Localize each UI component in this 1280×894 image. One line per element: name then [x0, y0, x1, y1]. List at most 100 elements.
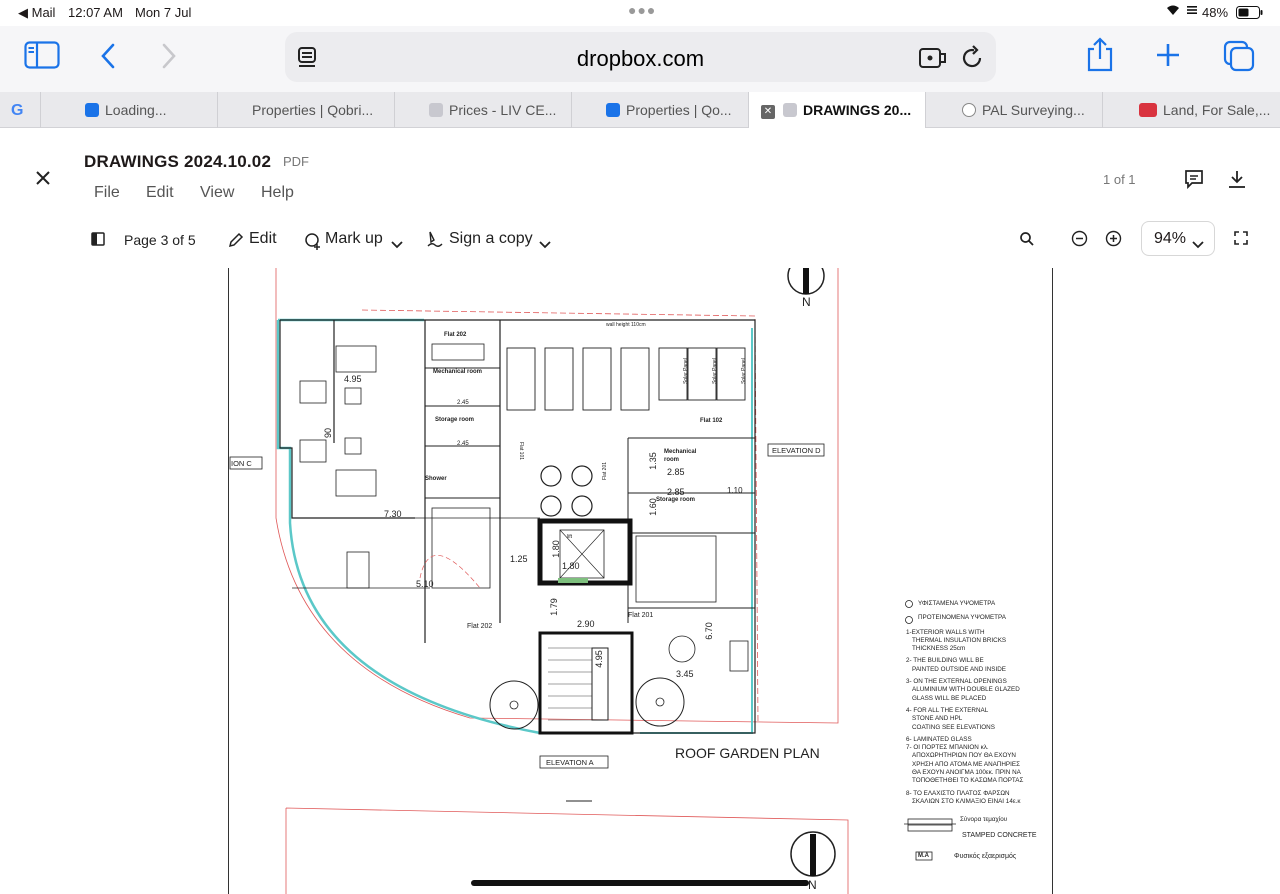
legend-notes: ΥΦΙΣΤΑΜΕΝΑ ΥΨΟΜΕΤΡΑ ΠΡΟΤΕΙΝΟΜΕΝΑ ΥΨΟΜΕΤΡ… — [906, 600, 1046, 806]
document-title: DRAWINGS 2024.10.02 — [84, 152, 272, 171]
close-tab-icon[interactable]: ✕ — [761, 105, 775, 119]
dim-510: 5.10 — [416, 579, 434, 589]
tab-pal-surveying[interactable]: PAL Surveying... — [925, 92, 1102, 128]
north-label-2: N — [808, 878, 817, 892]
new-tab-icon[interactable] — [1155, 42, 1181, 73]
elevation-a-label: ELEVATION A — [546, 758, 594, 767]
chevron-down-icon — [539, 236, 551, 254]
dim-180-h: 1.80 — [562, 561, 580, 571]
status-time: 12:07 AM — [68, 5, 123, 20]
legend-line: THICKNESS 25cm — [912, 645, 966, 653]
comment-icon[interactable] — [1184, 169, 1204, 194]
zoom-out-icon[interactable] — [1071, 230, 1088, 252]
dim-245-b: 2.45 — [457, 441, 469, 447]
drawing-title: ROOF GARDEN PLAN — [675, 745, 820, 761]
drawing-texts: N N ROOF GARDEN PLAN ELEVATION A ION C E… — [0, 268, 1280, 894]
extension-icon[interactable] — [918, 46, 948, 75]
wall-height-label: wall height 110cm — [606, 322, 646, 328]
zoom-value: 94% — [1154, 230, 1187, 247]
dim-245-a: 2.45 — [457, 400, 469, 406]
tab-properties-qobri[interactable]: Properties | Qobri... — [217, 92, 394, 128]
status-date: Mon 7 Jul — [135, 5, 192, 20]
document-viewer[interactable]: N N ROOF GARDEN PLAN ELEVATION A ION C E… — [0, 268, 1280, 894]
legend-line: ΤΟΠΟΘΕΤΗΘΕΙ ΤΟ ΚΑΣΩΜΑ ΠΟΡΤΑΣ — [912, 777, 1024, 785]
solar-panel-label-3: Solar Panel — [740, 358, 747, 384]
lift-label: lift — [567, 534, 572, 540]
battery-percent: 48% — [1202, 5, 1229, 20]
markup-button[interactable]: Mark up — [325, 230, 383, 248]
tab-land-for-sale[interactable]: Land, For Sale,... — [1102, 92, 1280, 128]
legend-line: ΥΦΙΣΤΑΜΕΝΑ ΥΨΟΜΕΤΡΑ — [918, 600, 996, 607]
legend-stamped-concrete: STAMPED CONCRETE — [962, 832, 1037, 839]
tab-drawings[interactable]: ✕ DRAWINGS 20... — [748, 92, 925, 128]
legend-line: ΘΑ ΕΧΟΥΝ ΑΝΟΙΓΜΑ 100εκ. ΠΡΙΝ ΝΑ — [912, 769, 1021, 777]
dim-495: 4.95 — [344, 374, 362, 384]
elevation-c-label: ION C — [231, 459, 252, 468]
dim-345: 3.45 — [676, 669, 694, 679]
legend-line: ΠΡΟΤΕΙΝΟΜΕΝΑ ΥΨΟΜΕΤΡΑ — [918, 614, 1006, 622]
room-flat-202-bottom: Flat 202 — [467, 623, 493, 630]
menu-edit[interactable]: Edit — [146, 184, 174, 202]
tab-properties-qo[interactable]: Properties | Qo... — [571, 92, 748, 128]
signature-icon — [426, 230, 444, 253]
dim-135: 1.35 — [647, 452, 658, 470]
room-flat-101: Flat 101 — [518, 441, 525, 461]
elephant-favicon-icon — [606, 103, 620, 117]
room-storage: Storage room — [435, 417, 475, 423]
tab-loading[interactable]: Loading... — [40, 92, 217, 128]
zoom-in-icon[interactable] — [1105, 230, 1122, 252]
address-bar[interactable]: dropbox.com — [285, 32, 996, 82]
zoom-select[interactable]: 94% — [1141, 221, 1215, 256]
tab-prices-liv[interactable]: Prices - LIV CE... — [394, 92, 571, 128]
alarm-icon — [1186, 4, 1198, 19]
battery-icon — [1236, 6, 1264, 23]
dim-495-v: 4.95 — [593, 650, 604, 668]
d-favicon-icon — [783, 103, 797, 117]
legend-boundary: Σύνορα τεμαχίου — [960, 816, 1008, 823]
thumbnail-panel-icon[interactable] — [91, 232, 105, 251]
menu-file[interactable]: File — [94, 184, 120, 202]
legend-line: GLASS WILL BE PLACED — [912, 694, 987, 702]
google-icon: G — [11, 102, 24, 119]
room-flat-102: Flat 102 — [700, 418, 723, 424]
menu-help[interactable]: Help — [261, 184, 294, 202]
reload-icon[interactable] — [960, 45, 984, 76]
close-icon[interactable] — [34, 169, 52, 192]
dim-90: 90 — [323, 427, 334, 439]
search-icon[interactable] — [1019, 231, 1035, 252]
chevron-down-icon — [1192, 236, 1204, 254]
sidebar-toggle-icon[interactable] — [24, 41, 60, 74]
download-icon[interactable] — [1227, 169, 1247, 194]
back-to-mail-link[interactable]: ◀ Mail — [18, 5, 55, 21]
legend-line: PAINTED OUTSIDE AND INSIDE — [912, 665, 1007, 673]
room-flat-201-v: Flat 201 — [602, 461, 609, 481]
tab-bar: G Loading... Properties | Qobri... Price… — [0, 92, 1280, 128]
page-count: 1 of 1 — [1103, 172, 1136, 187]
status-bar: ◀ Mail 12:07 AM Mon 7 Jul ●●● 48% — [0, 0, 1280, 26]
legend-line: 6- LAMINATED GLASS — [906, 735, 972, 743]
back-arrow-icon[interactable] — [99, 42, 117, 75]
edit-button[interactable]: Edit — [249, 230, 277, 248]
dim-285-b: 2.85 — [667, 487, 685, 497]
share-icon[interactable] — [1086, 37, 1114, 78]
tab-google[interactable]: G — [0, 92, 40, 128]
legend-line: COATING SEE ELEVATIONS — [912, 723, 995, 731]
tab-overview-icon[interactable] — [1223, 40, 1257, 77]
forward-arrow-icon[interactable] — [160, 42, 178, 75]
page-indicator: Page 3 of 5 — [124, 232, 196, 248]
home-indicator[interactable] — [471, 880, 809, 886]
dim-110: 1.10 — [727, 486, 743, 495]
dim-730: 7.30 — [384, 509, 402, 519]
sign-a-copy-button[interactable]: Sign a copy — [449, 230, 533, 248]
menu-view[interactable]: View — [200, 184, 234, 202]
legend-line: 3- ON THE EXTERNAL OPENINGS — [906, 678, 1007, 686]
multitask-dots-icon[interactable]: ●●● — [628, 2, 656, 18]
fullscreen-icon[interactable] — [1234, 231, 1248, 250]
room-storage-2: Storage room — [656, 497, 696, 503]
dim-125: 1.25 — [510, 554, 528, 564]
room-flat-201: Flat 201 — [628, 612, 654, 619]
globe-favicon-icon — [962, 103, 976, 117]
legend-line: 4- FOR ALL THE EXTERNAL — [906, 706, 989, 714]
dim-179: 1.79 — [548, 598, 559, 616]
legend-line: 1-EXTERIOR WALLS WITH — [906, 628, 985, 636]
